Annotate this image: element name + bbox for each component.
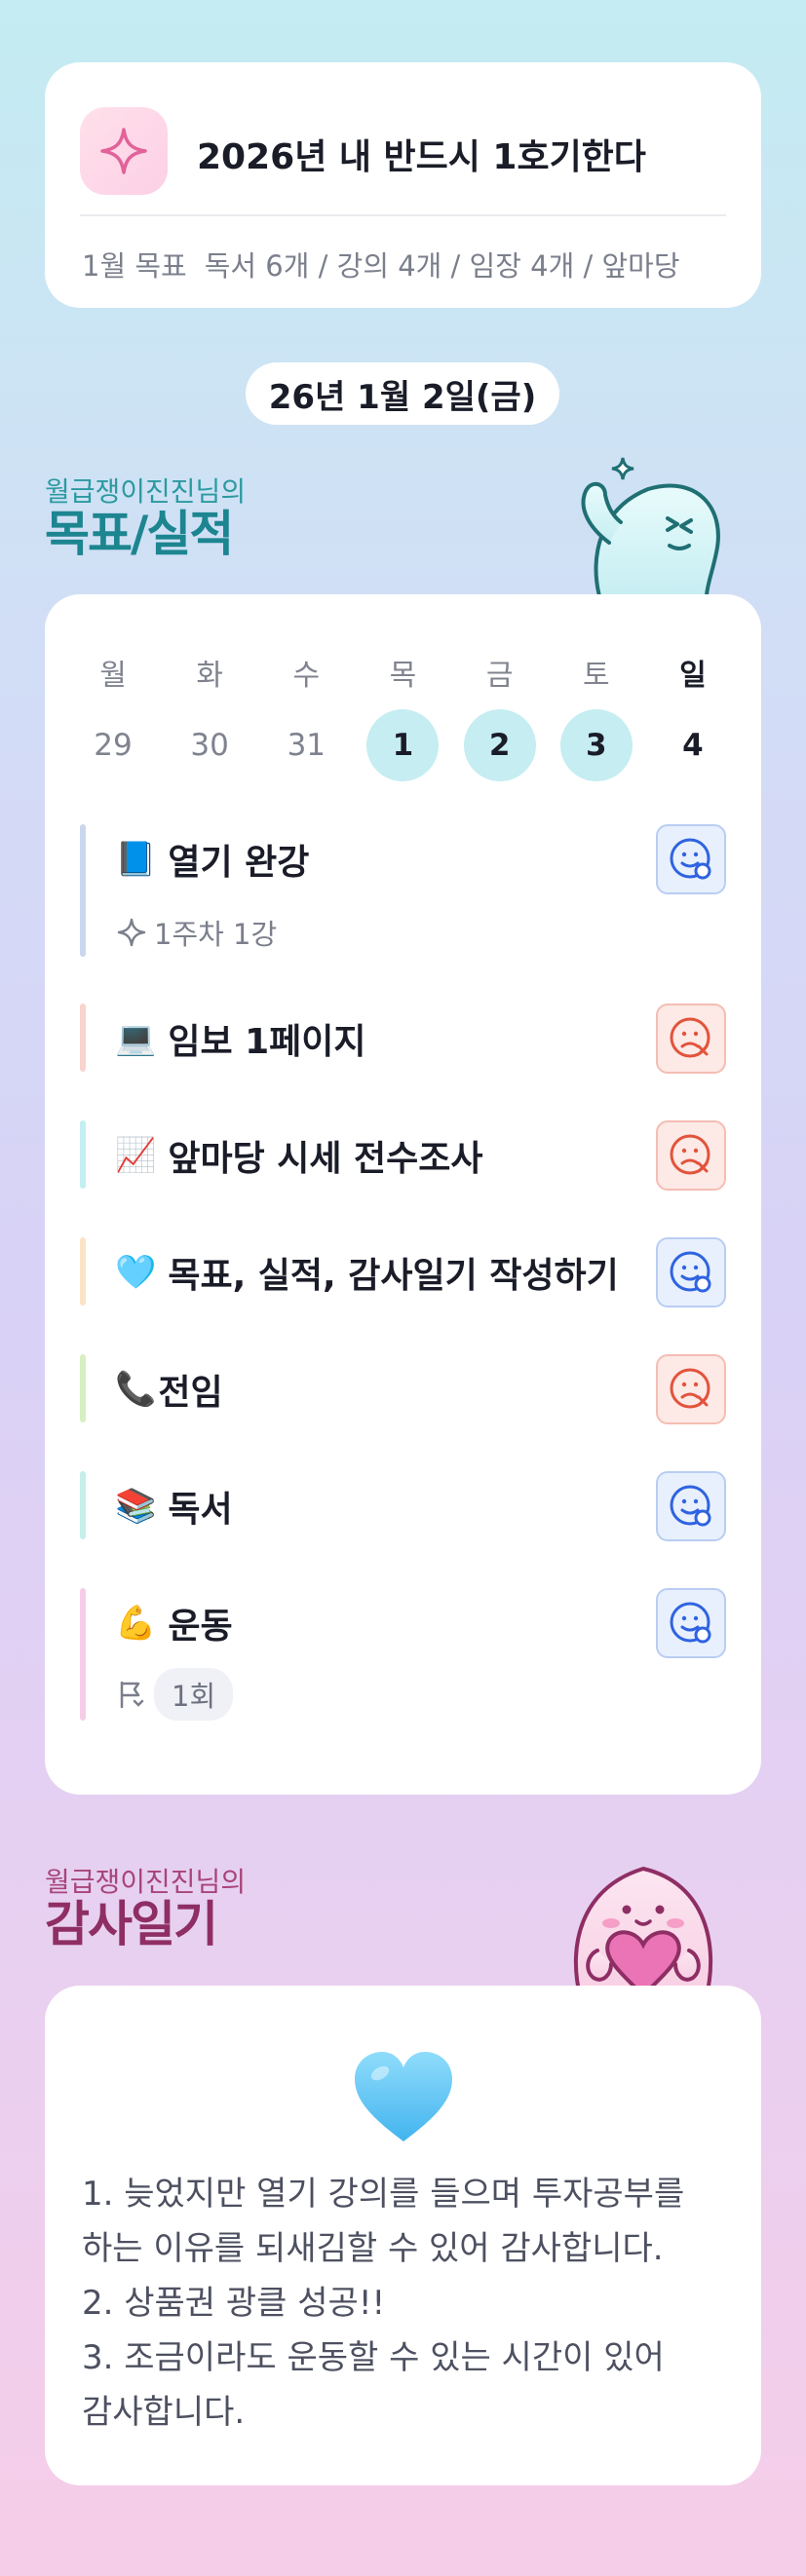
goal-title: 2026년 내 반드시 1호기한다 <box>197 137 646 177</box>
date-cell-recorded[interactable]: 3 <box>559 709 633 781</box>
progress-section-title: 목표/실적 <box>45 506 234 562</box>
task-color-bar <box>80 1237 86 1306</box>
success-status-icon[interactable] <box>656 824 726 894</box>
success-status-icon[interactable] <box>656 1237 726 1307</box>
weekday-label: 금 <box>485 659 514 693</box>
task-color-bar <box>80 1120 86 1189</box>
task-emoji: 📘 <box>115 840 157 879</box>
date-cell-recorded[interactable]: 1 <box>366 709 440 781</box>
goal-summary: 1월 목표 독서 6개 / 강의 4개 / 임장 4개 / 앞마당 <box>82 244 680 284</box>
weekday-label: 일 <box>679 659 707 693</box>
weekday-label: 목 <box>389 659 417 693</box>
gratitude-line: 감사합니다. <box>82 2393 246 2432</box>
task-emoji: 💻 <box>115 1019 157 1058</box>
task-title: 운동 <box>168 1607 233 1647</box>
task-meta-text: 1주차 1강 <box>154 918 278 951</box>
sparkle-icon <box>80 107 168 195</box>
goal-month-value: 독서 6개 / 강의 4개 / 임장 4개 / 앞마당 <box>204 249 680 283</box>
task-emoji: 📞 <box>115 1370 157 1409</box>
mascot-heart-icon <box>573 1866 713 1995</box>
fail-status-icon[interactable] <box>656 1120 726 1191</box>
weekday-label: 화 <box>196 659 223 693</box>
task-item[interactable]: 🩵 목표, 실적, 감사일기 작성하기 <box>80 1237 726 1307</box>
task-name: 📈 앞마당 시세 전수조사 <box>115 1130 483 1181</box>
gratitude-line: 3. 조금이라도 운동할 수 있는 시간이 있어 <box>82 2338 665 2377</box>
fail-status-icon[interactable] <box>656 1354 726 1424</box>
task-name: 📞 전임 <box>115 1364 223 1415</box>
date-cell-recorded[interactable]: 2 <box>463 709 536 781</box>
date-cell[interactable]: 4 <box>657 709 729 781</box>
progress-card: 월 화 수 목 금 토 일 29 30 31 1 2 3 4 📘 열기 완강 1주… <box>45 594 761 1795</box>
weekday-header: 월 화 수 목 금 토 일 <box>74 651 732 694</box>
task-item[interactable]: 📞 전임 <box>80 1354 726 1424</box>
task-count-chip: 1회 <box>154 1668 234 1721</box>
weekday-label: 수 <box>292 659 321 693</box>
gratitude-section-title: 감사일기 <box>45 1896 218 1952</box>
task-name: 📘 열기 완강 <box>115 834 309 885</box>
gratitude-line: 2. 상품권 광클 성공!! <box>82 2284 386 2323</box>
divider <box>80 214 726 216</box>
task-color-bar <box>80 1354 86 1422</box>
task-emoji: 📚 <box>115 1487 157 1526</box>
date-cell[interactable]: 31 <box>270 709 342 781</box>
task-item[interactable]: 📚 독서 <box>80 1471 726 1541</box>
task-name: 🩵 목표, 실적, 감사일기 작성하기 <box>115 1247 619 1298</box>
weekday-label: 월 <box>99 659 127 693</box>
task-item[interactable]: 💻 임보 1페이지 <box>80 1004 726 1074</box>
task-meta: 1회 <box>115 1668 234 1721</box>
task-emoji: 💪 <box>115 1604 157 1643</box>
date-pill[interactable]: 26년 1월 2일(금) <box>246 362 559 425</box>
task-title: 열기 완강 <box>168 843 310 883</box>
task-color-bar <box>80 1471 86 1539</box>
task-color-bar <box>80 1588 86 1721</box>
task-name: 💪 운동 <box>115 1598 233 1648</box>
success-status-icon[interactable] <box>656 1588 726 1658</box>
task-color-bar <box>80 1004 86 1072</box>
week-dates: 29 30 31 1 2 3 4 <box>74 709 732 781</box>
fail-status-icon[interactable] <box>656 1004 726 1074</box>
task-color-bar <box>80 824 86 957</box>
gratitude-line: 하는 이유를 되새김할 수 있어 감사합니다. <box>82 2229 664 2268</box>
sparkle-outline-icon <box>117 918 146 947</box>
task-title: 임보 1페이지 <box>168 1022 366 1062</box>
light-blue-heart-icon <box>355 2052 452 2141</box>
task-title: 독서 <box>168 1490 233 1530</box>
task-meta: 1주차 1강 <box>115 912 277 953</box>
task-emoji: 🩵 <box>115 1253 157 1292</box>
date-cell[interactable]: 30 <box>173 709 246 781</box>
task-name: 📚 독서 <box>115 1481 233 1532</box>
weekday-label: 토 <box>582 659 610 693</box>
task-emoji: 📈 <box>115 1136 157 1175</box>
task-item[interactable]: 💪 운동 1회 <box>80 1588 726 1721</box>
date-cell[interactable]: 29 <box>77 709 149 781</box>
gratitude-card[interactable]: 1. 늦었지만 열기 강의를 들으며 투자공부를 하는 이유를 되새김할 수 있… <box>45 1986 761 2485</box>
task-title: 전임 <box>158 1373 223 1413</box>
task-title: 앞마당 시세 전수조사 <box>168 1139 483 1179</box>
task-title: 목표, 실적, 감사일기 작성하기 <box>168 1256 619 1296</box>
task-name: 💻 임보 1페이지 <box>115 1013 366 1064</box>
success-status-icon[interactable] <box>656 1471 726 1541</box>
task-item[interactable]: 📘 열기 완강 1주차 1강 <box>80 824 726 957</box>
flag-icon <box>120 1681 144 1709</box>
gratitude-text: 1. 늦었지만 열기 강의를 들으며 투자공부를 하는 이유를 되새김할 수 있… <box>82 2167 735 2440</box>
goal-month-label: 1월 목표 <box>82 249 187 283</box>
gratitude-line: 1. 늦었지만 열기 강의를 들으며 투자공부를 <box>82 2175 685 2214</box>
mascot-thumbs-up-icon <box>581 457 720 596</box>
goal-card[interactable]: 2026년 내 반드시 1호기한다 1월 목표 독서 6개 / 강의 4개 / 임… <box>45 62 761 308</box>
task-item[interactable]: 📈 앞마당 시세 전수조사 <box>80 1120 726 1191</box>
